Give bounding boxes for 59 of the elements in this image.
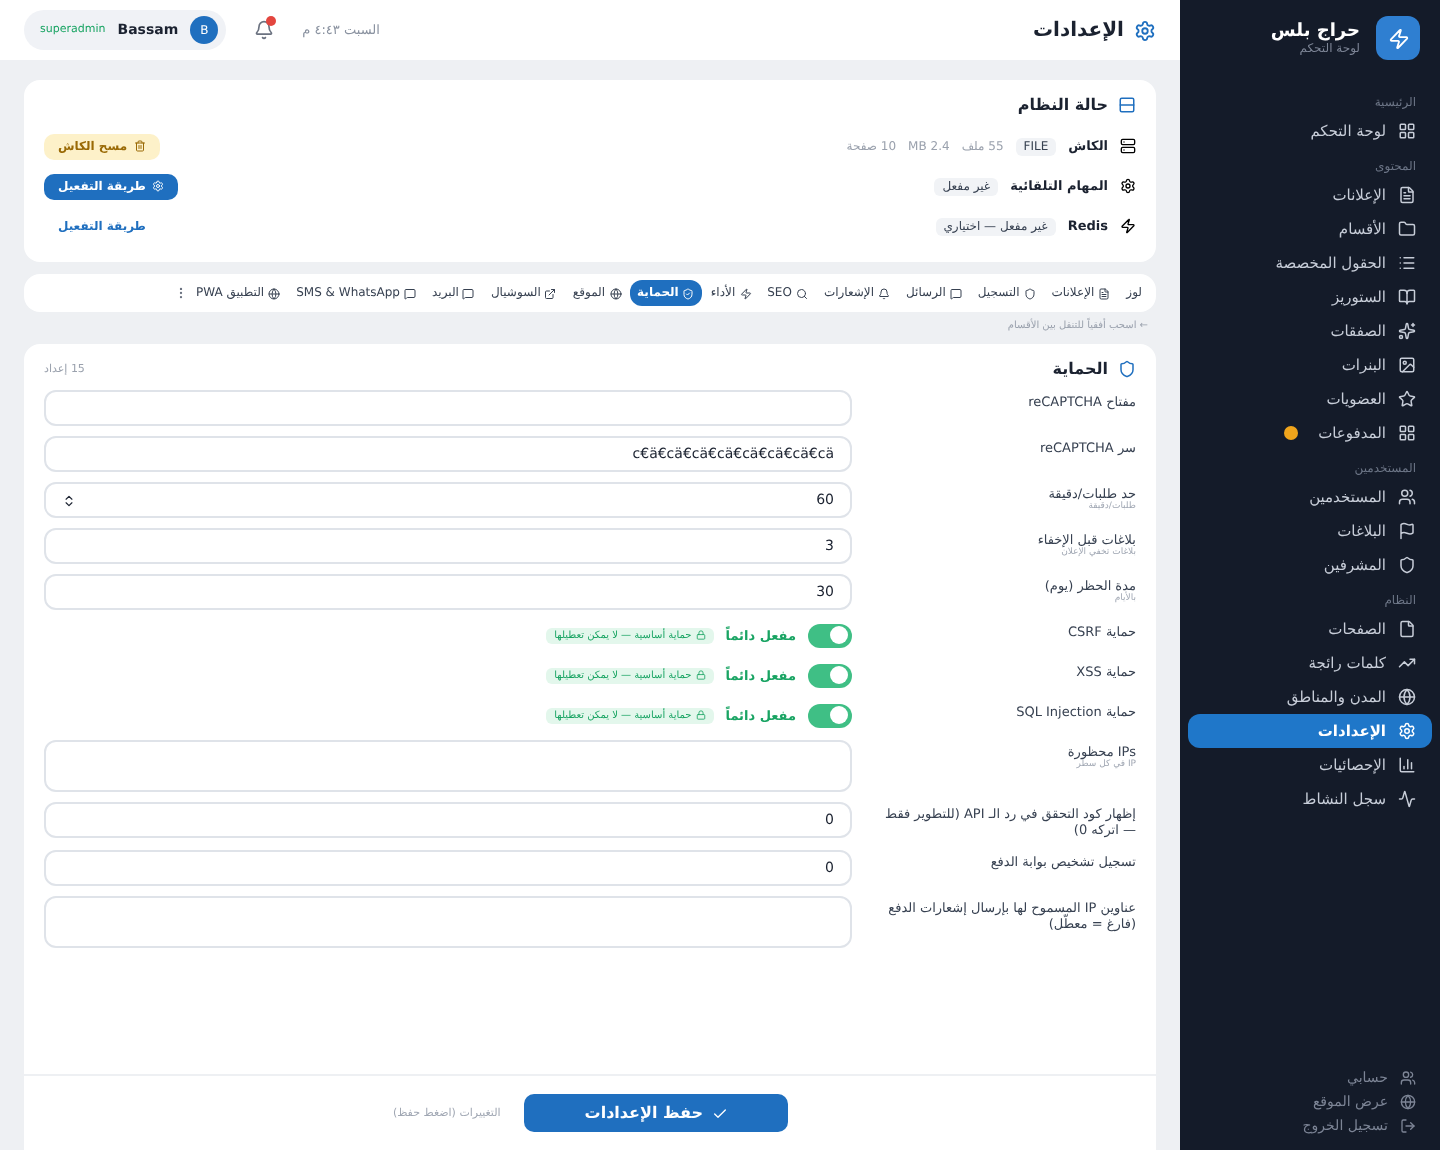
- bell-icon[interactable]: [254, 20, 275, 40]
- toggle-switch[interactable]: [808, 623, 852, 647]
- list-icon: [1398, 254, 1416, 272]
- save-button[interactable]: حفظ الإعدادات: [524, 1094, 788, 1132]
- shield-icon: [1023, 287, 1036, 299]
- server-icon: [1118, 96, 1136, 114]
- shield-icon: [1118, 360, 1136, 378]
- document-icon: [1098, 287, 1111, 299]
- lock-icon: [695, 710, 706, 720]
- message-icon: [404, 287, 416, 299]
- chart-icon: [1398, 756, 1416, 774]
- settings-icon: [1398, 722, 1416, 740]
- toggle-switch[interactable]: [808, 663, 852, 687]
- more-icon[interactable]: [174, 286, 188, 300]
- text-area[interactable]: [44, 740, 852, 792]
- users-icon: [1398, 488, 1416, 506]
- search-icon: [795, 287, 808, 299]
- card-title: حالة النظام: [1017, 96, 1108, 114]
- logout-icon: [1400, 1118, 1416, 1134]
- book-icon: [1398, 288, 1416, 306]
- globe-icon: [609, 287, 622, 299]
- gear-icon: [1120, 178, 1136, 194]
- star-icon: [1398, 390, 1416, 408]
- activity-icon: [1398, 790, 1416, 808]
- toggle-switch[interactable]: [808, 703, 852, 727]
- user-icon: [1400, 1070, 1416, 1086]
- page-title: الإعدادات: [1032, 19, 1156, 41]
- spinner-icon[interactable]: [62, 493, 76, 507]
- logo-icon: [1376, 16, 1420, 60]
- globe-icon: [1398, 688, 1416, 706]
- bell-icon: [878, 287, 890, 299]
- sparkle-icon: [1398, 322, 1416, 340]
- input-field[interactable]: [44, 390, 852, 426]
- flag-icon: [1398, 522, 1416, 540]
- globe-icon: [1400, 1094, 1416, 1110]
- check-icon: [711, 1105, 728, 1121]
- server-icon: [1120, 138, 1136, 154]
- brand-name: حراج بلس: [1270, 21, 1360, 41]
- image-icon: [1398, 356, 1416, 374]
- shield-icon: [1398, 556, 1416, 574]
- lock-icon: [695, 670, 706, 680]
- trash-icon: [133, 140, 146, 152]
- globe-icon: [268, 287, 281, 299]
- grid-icon: [1398, 424, 1416, 442]
- settings-icon: [1134, 19, 1156, 41]
- message-icon: [949, 287, 962, 299]
- share-icon: [544, 287, 557, 299]
- bolt-icon: [1120, 218, 1136, 234]
- grid-icon: [1398, 122, 1416, 140]
- lock-icon: [695, 630, 706, 640]
- document-icon: [1398, 186, 1416, 204]
- bolt-icon: [739, 287, 752, 299]
- gear-icon: [151, 180, 164, 192]
- text-area[interactable]: [44, 895, 852, 948]
- trend-icon: [1398, 654, 1416, 672]
- card-title: الحماية: [1052, 360, 1108, 378]
- page-icon: [1398, 620, 1416, 638]
- folder-icon: [1398, 220, 1416, 238]
- shield-icon: [682, 287, 695, 299]
